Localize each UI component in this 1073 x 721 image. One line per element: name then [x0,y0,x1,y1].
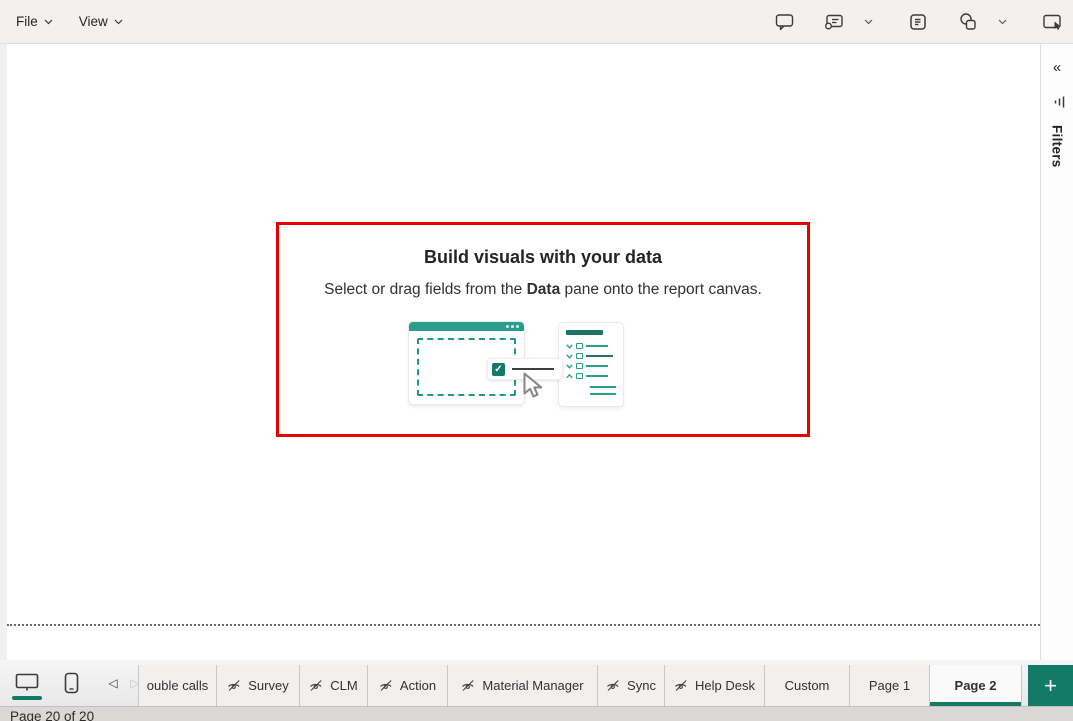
checkbox-checked-icon: ✓ [492,363,505,376]
window-dots-graphic [506,325,519,328]
field-row [566,351,616,361]
file-menu-label: File [16,14,38,29]
view-menu[interactable]: View [69,7,133,37]
active-view-underline [12,696,42,700]
screen-cursor-icon[interactable] [1037,7,1067,37]
field-row [566,361,616,371]
canvas-left-margin [0,44,7,660]
mobile-view-icon[interactable] [54,663,88,703]
add-page-button[interactable]: + [1028,665,1073,706]
subtitle-bold-data: Data [527,281,561,298]
page-tab-clm[interactable]: CLM [300,665,368,706]
file-menu[interactable]: File [6,7,63,37]
page-tabs: ouble calls Survey [138,665,1022,706]
comment-icon[interactable] [769,7,799,37]
filters-pane-label: Filters [1050,125,1065,168]
field-list-graphic [559,323,623,406]
top-menu-bar: File View [0,0,1073,44]
hidden-page-icon [461,679,475,692]
chevron-down-icon [44,19,53,25]
filters-pane-collapsed: « Filters [1040,44,1073,660]
page-indicator: Page 20 of 20 [10,709,94,721]
page-tab-page-1[interactable]: Page 1 [850,665,930,706]
chevron-down-icon[interactable] [853,7,883,37]
subtitle-prefix: Select or drag fields from the [324,281,526,298]
notes-icon[interactable] [903,7,933,37]
page-tab-action[interactable]: Action [368,665,448,706]
placeholder-title: Build visuals with your data [279,247,807,268]
toolbar-icons [769,7,1073,37]
drag-fields-illustration: ✓ [409,320,623,410]
previous-page-button[interactable]: ◁ [102,676,124,690]
hidden-page-icon [309,679,323,692]
page-tab-double-calls[interactable]: ouble calls [138,665,217,706]
page-tab-survey[interactable]: Survey [217,665,300,706]
slideshow-icon[interactable] [819,7,849,37]
hidden-page-icon [674,679,688,692]
report-workspace: Build visuals with your data Select or d… [0,44,1073,660]
subtitle-suffix: pane onto the report canvas. [560,281,762,298]
expand-pane-button[interactable]: « [1049,56,1065,79]
page-tab-help-desk[interactable]: Help Desk [665,665,765,706]
placeholder-subtitle: Select or drag fields from the Data pane… [279,281,807,299]
build-visuals-placeholder: Build visuals with your data Select or d… [276,222,810,437]
chevron-down-icon [114,19,123,25]
page-tab-custom[interactable]: Custom [765,665,850,706]
hidden-page-icon [606,679,620,692]
page-tab-sync[interactable]: Sync [598,665,665,706]
chevron-down-icon[interactable] [987,7,1017,37]
report-canvas[interactable]: Build visuals with your data Select or d… [7,44,1040,660]
status-bar: Page 20 of 20 [0,706,1073,721]
view-menu-label: View [79,14,108,29]
filter-funnel-icon [1048,96,1066,109]
shapes-icon[interactable] [953,7,983,37]
page-boundary-dotted-line [7,624,1040,626]
page-tab-page-2-active[interactable]: Page 2 [930,665,1022,706]
page-navigation-bar: ◁ ▷ ouble calls Survey [0,660,1073,706]
app-window: File View [0,0,1073,721]
page-tab-material-manager[interactable]: Material Manager [448,665,598,706]
desktop-view-icon[interactable] [10,663,44,703]
hidden-page-icon [379,679,393,692]
field-list-header-bar [566,330,603,335]
hidden-page-icon [227,679,241,692]
mouse-cursor-icon [521,372,547,404]
window-titlebar-graphic [409,322,524,331]
field-end-line [590,393,616,395]
view-switcher: ◁ ▷ [0,660,146,706]
field-row [566,371,616,381]
field-end-line [590,386,616,388]
field-row [566,341,616,351]
